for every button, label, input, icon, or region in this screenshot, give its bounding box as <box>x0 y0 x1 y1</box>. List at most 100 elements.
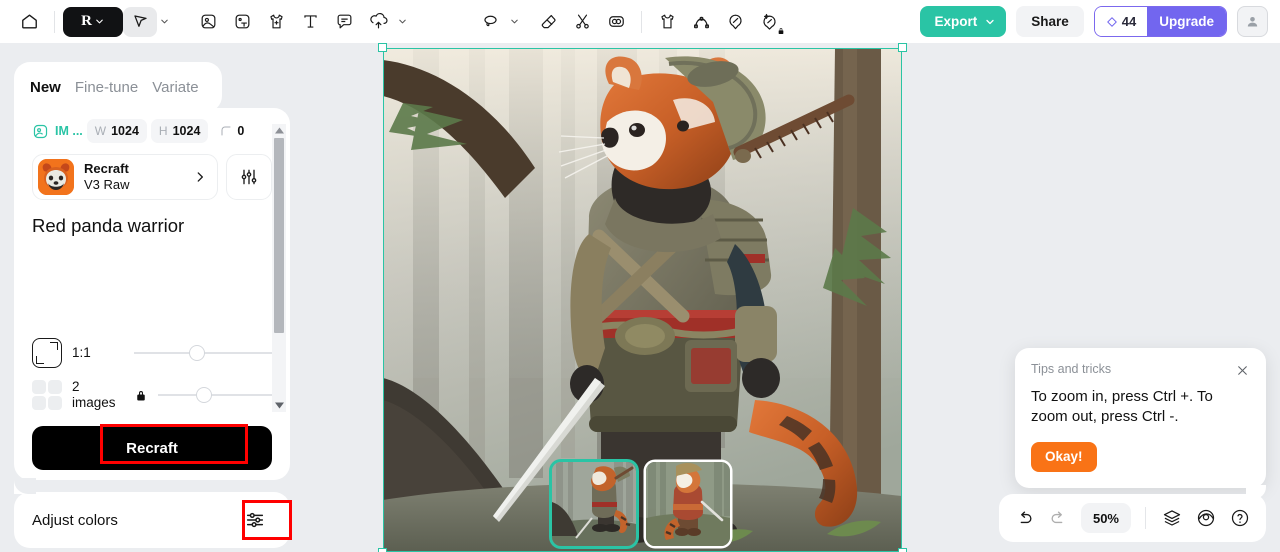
close-icon[interactable] <box>1234 362 1250 378</box>
tshirt-plus-icon[interactable] <box>259 7 293 37</box>
upload-cloud-icon[interactable] <box>361 7 395 37</box>
aspect-ratio-icon[interactable] <box>32 338 62 368</box>
speech-bubble-icon[interactable] <box>327 7 361 37</box>
undo-icon[interactable] <box>1009 502 1041 534</box>
layers-icon[interactable] <box>1156 502 1188 534</box>
recraft-app-window: R Export Share 44 Upgrade New Fine-tune … <box>0 0 1280 552</box>
lasso-tool-dropdown-icon[interactable] <box>507 16 521 27</box>
tips-title: Tips and tricks <box>1031 362 1112 376</box>
eye-preview-icon[interactable] <box>1190 502 1222 534</box>
style-balloon-icon[interactable] <box>718 7 752 37</box>
zoom-level-button[interactable]: 50% <box>1080 503 1131 533</box>
scroll-down-arrow-icon[interactable] <box>272 399 286 412</box>
corner-radius-value: 0 <box>237 124 245 138</box>
corner-radius-icon <box>221 126 231 136</box>
lock-icon[interactable] <box>134 389 148 402</box>
image-count-option: 2 images <box>32 374 272 416</box>
model-name-block: Recraft V3 Raw <box>84 161 183 192</box>
image-icon[interactable] <box>191 7 225 37</box>
image-count-label: 2 images <box>72 379 116 410</box>
recraft-logo-icon: R <box>81 13 92 29</box>
adjust-colors-label: Adjust colors <box>32 511 118 529</box>
slider-knob[interactable] <box>195 387 212 403</box>
panel-scrollbar[interactable] <box>272 124 286 412</box>
upload-tool-dropdown-icon[interactable] <box>395 16 409 27</box>
scrollbar-thumb[interactable] <box>274 138 284 333</box>
home-icon[interactable] <box>12 7 46 37</box>
tips-header: Tips and tricks <box>1031 362 1250 378</box>
adjust-colors-card[interactable]: Adjust colors <box>14 478 292 548</box>
tab-new[interactable]: New <box>30 79 61 96</box>
tshirt-icon[interactable] <box>650 7 684 37</box>
resize-handle-top-left[interactable] <box>378 43 387 52</box>
tab-fine-tune[interactable]: Fine-tune <box>75 79 138 96</box>
export-button[interactable]: Export <box>920 6 1007 37</box>
aspect-ratio-option: 1:1 <box>32 332 272 374</box>
lasso-icon[interactable] <box>473 7 507 37</box>
aspect-ratio-label: 1:1 <box>72 345 91 361</box>
upgrade-button[interactable]: Upgrade <box>1147 7 1226 36</box>
prompt-input[interactable]: Red panda warrior <box>32 214 272 332</box>
scroll-up-arrow-icon[interactable] <box>272 124 286 137</box>
slider-track <box>158 394 272 396</box>
share-button[interactable]: Share <box>1016 6 1084 37</box>
image-meta-row: IM ... W 1024 H 1024 0 <box>32 118 272 144</box>
credits-upgrade-group: 44 Upgrade <box>1093 6 1227 37</box>
image-type-chip[interactable]: IM ... <box>32 123 83 140</box>
zoom-level-value: 50% <box>1092 510 1119 526</box>
variation-thumbnail-2[interactable] <box>646 462 730 546</box>
eraser-icon[interactable] <box>531 7 565 37</box>
canvas-artboard-container[interactable] <box>378 43 907 552</box>
user-avatar-icon[interactable] <box>1237 6 1268 37</box>
export-label: Export <box>934 14 978 29</box>
image-count-icon[interactable] <box>32 380 62 410</box>
blend-icon[interactable] <box>599 7 633 37</box>
panel-tabs: New Fine-tune Variate <box>14 62 222 112</box>
variation-thumbnail-1[interactable] <box>552 462 636 546</box>
height-field[interactable]: H 1024 <box>150 119 209 143</box>
recraft-logo-button[interactable]: R <box>63 6 123 37</box>
width-field[interactable]: W 1024 <box>86 119 147 143</box>
cursor-tool-dropdown-icon[interactable] <box>157 16 171 27</box>
vector-nodes-icon[interactable] <box>684 7 718 37</box>
red-panda-model-thumbnail <box>38 159 74 195</box>
slider-knob[interactable] <box>189 345 206 361</box>
resize-handle-bottom-left[interactable] <box>378 548 387 552</box>
color-sliders-icon[interactable] <box>238 505 272 535</box>
resize-handle-top-right[interactable] <box>898 43 907 52</box>
upgrade-label: Upgrade <box>1159 14 1214 29</box>
height-value: 1024 <box>172 124 201 138</box>
credits-button[interactable]: 44 <box>1094 7 1148 36</box>
canvas-bottom-toolbar: 50% <box>998 494 1266 542</box>
toolbar-divider-2 <box>641 10 642 33</box>
text-t-icon[interactable] <box>293 7 327 37</box>
tips-okay-label: Okay! <box>1045 449 1083 464</box>
recraft-generate-button[interactable]: Recraft <box>32 426 272 470</box>
recraft-button-label: Recraft <box>126 439 178 457</box>
image-type-icon <box>33 124 48 138</box>
image-count-slider[interactable] <box>158 385 272 405</box>
model-subtitle: V3 Raw <box>84 177 130 192</box>
tab-variate[interactable]: Variate <box>152 79 198 96</box>
image-text-icon[interactable] <box>225 7 259 37</box>
adjust-card-notch <box>14 478 36 494</box>
model-settings-button[interactable] <box>226 154 272 200</box>
cursor-arrow-icon[interactable] <box>123 6 157 37</box>
bottom-toolbar-divider <box>1145 507 1146 529</box>
aspect-ratio-slider[interactable] <box>134 343 272 363</box>
model-title: Recraft <box>84 161 129 177</box>
resize-handle-bottom-right[interactable] <box>898 548 907 552</box>
magic-sparkle-icon[interactable] <box>752 7 786 37</box>
redo-icon[interactable] <box>1043 502 1075 534</box>
chevron-right-icon <box>197 172 203 182</box>
model-selector[interactable]: Recraft V3 Raw <box>32 154 218 200</box>
tips-okay-button[interactable]: Okay! <box>1031 441 1097 472</box>
sliders-icon <box>241 169 257 185</box>
width-key: W <box>94 124 107 138</box>
corner-radius-field[interactable]: 0 <box>212 119 252 143</box>
help-question-icon[interactable] <box>1224 502 1256 534</box>
scissors-icon[interactable] <box>565 7 599 37</box>
credits-value: 44 <box>1121 14 1137 29</box>
variation-thumbnails <box>552 462 730 546</box>
top-toolbar: R Export Share 44 Upgrade <box>0 0 1280 43</box>
